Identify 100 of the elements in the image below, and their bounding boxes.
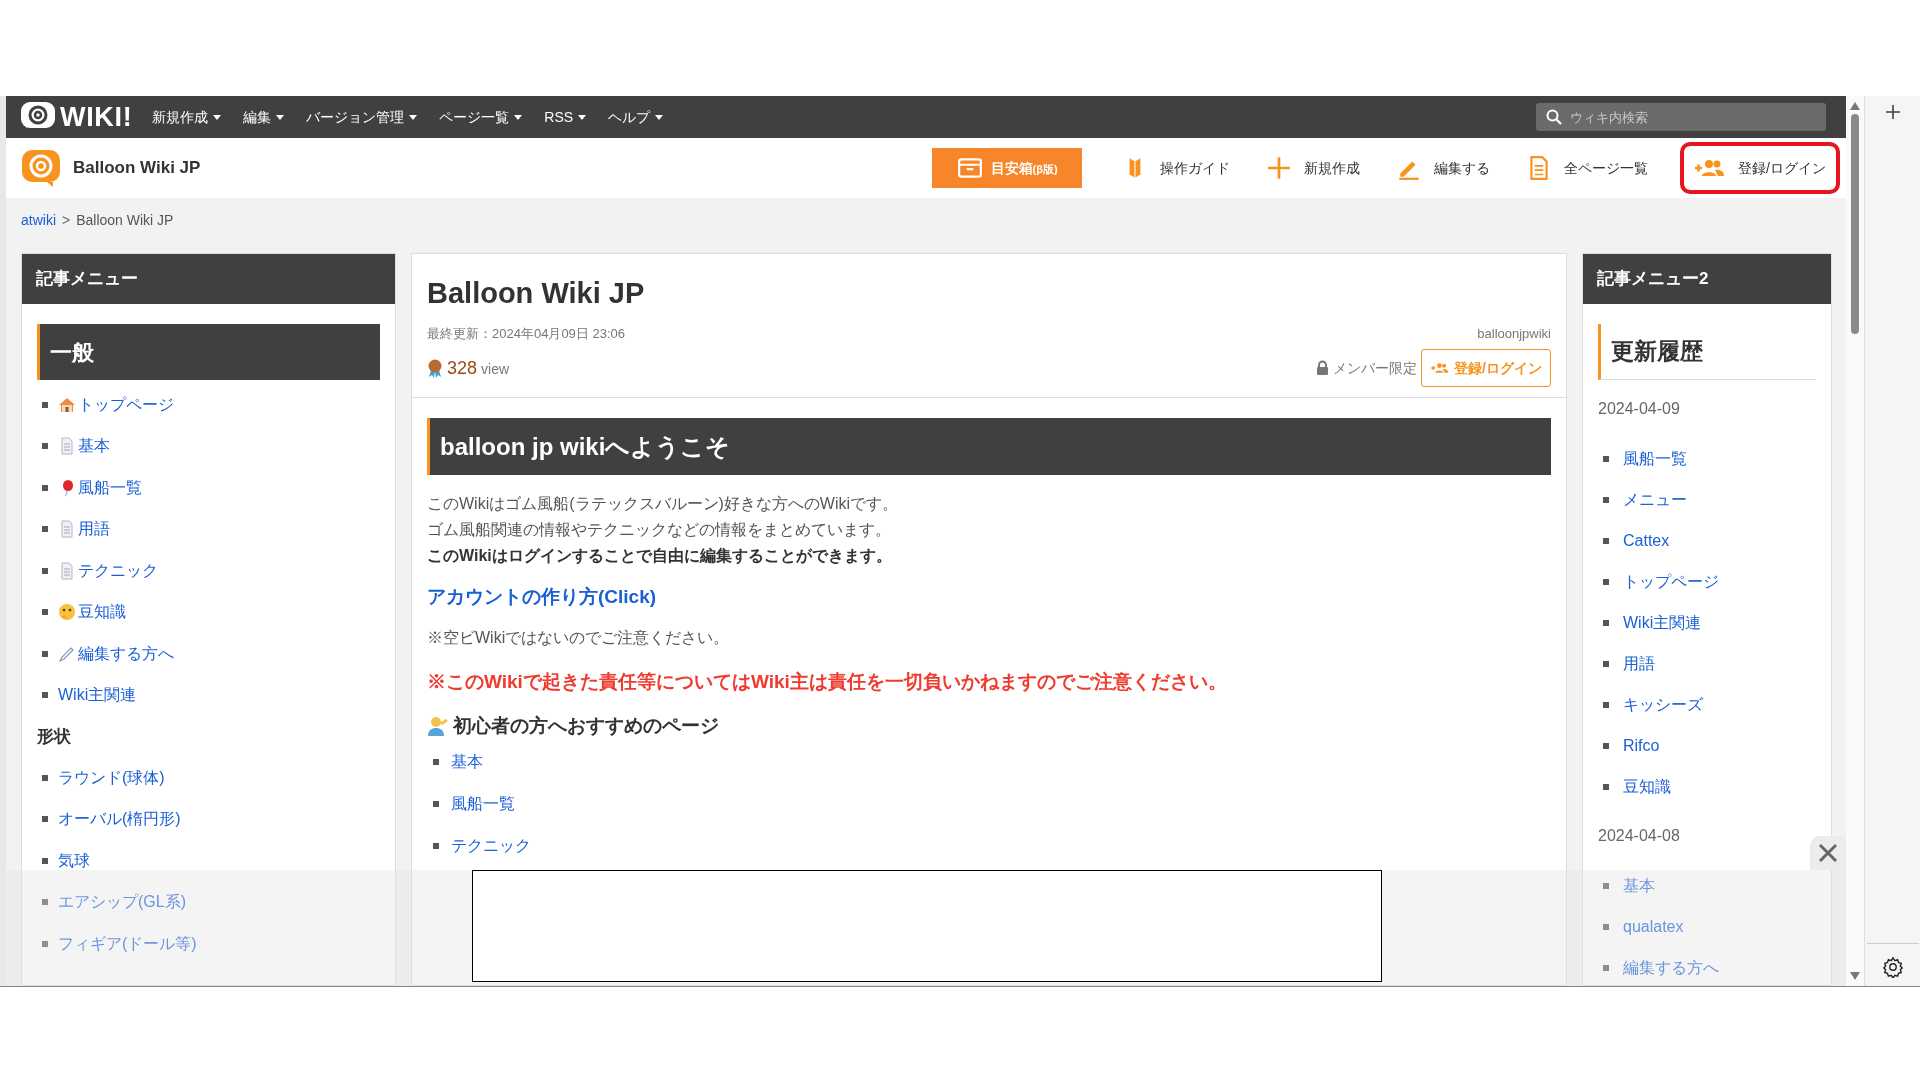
bullet-icon (42, 401, 48, 408)
menu-link[interactable]: オーバル(楕円形) (58, 807, 181, 832)
bullet-icon (42, 857, 48, 864)
menu-link[interactable]: 気球 (58, 848, 90, 873)
bullet-icon (433, 758, 439, 765)
search-field[interactable]: ウィキ内検索 (1536, 103, 1826, 131)
document-icon (58, 437, 76, 456)
site-name: Balloon Wiki JP (73, 157, 201, 180)
bullet-icon (433, 800, 439, 807)
close-icon (1818, 843, 1838, 863)
warning-text: ※このWikiで起きた責任等についてはWiki主は責任を一切負いかねますのでご注意ください。 (427, 669, 1228, 694)
logo-text: WIKI! (60, 103, 133, 131)
header-action-button[interactable]: 編集する (1386, 146, 1501, 190)
note-text: ※空ビWikiではないのでご注意ください。 (427, 627, 731, 648)
menu-dropdown[interactable]: ヘルプ (608, 106, 664, 128)
bullet-icon (1603, 537, 1609, 544)
author-name: balloonjpwiki (1477, 324, 1551, 343)
add-users-icon (1430, 361, 1451, 375)
history-link[interactable]: 風船一覧 (1623, 446, 1687, 471)
menu-link[interactable]: 基本 (58, 434, 110, 459)
page-title: Balloon Wiki JP (427, 276, 646, 311)
intro-text: このWikiはゴム風船(ラテックスバルーン)好きな方へのWikiです。 (427, 494, 900, 514)
bullet-icon (1603, 619, 1609, 626)
menu-dropdown[interactable]: 編集 (243, 106, 285, 128)
menu-link[interactable]: 風船一覧 (58, 475, 142, 500)
content-heading: balloon jp wikiへようこそ (427, 418, 1551, 475)
search-icon (1546, 109, 1562, 125)
thinking-face-icon (58, 603, 76, 622)
recommended-link[interactable]: 風船一覧 (451, 791, 515, 816)
account-guide-link[interactable]: アカウントの作り方(Click) (427, 583, 1551, 612)
bullet-icon (1603, 923, 1609, 930)
bullet-icon (42, 774, 48, 781)
menu-link[interactable]: Wiki主関連 (58, 683, 137, 708)
house-icon (58, 395, 76, 414)
intro-text: ゴム風船関連の情報やテクニックなどの情報をまとめています。 (427, 520, 892, 540)
menu-link[interactable]: ラウンド(球体) (58, 765, 165, 790)
bullet-icon (42, 443, 48, 450)
menu-dropdown[interactable]: ページ一覧 (439, 106, 523, 128)
header-action-button[interactable]: 登録/ログイン (1684, 146, 1836, 190)
bullet-icon (42, 940, 48, 947)
close-button[interactable] (1810, 836, 1846, 870)
settings-icon[interactable] (1881, 956, 1904, 978)
bullet-icon (42, 899, 48, 906)
scroll-up-icon (1850, 102, 1860, 110)
document-icon (58, 561, 76, 580)
header-action-button[interactable]: 全ページ一覧 (1516, 146, 1659, 190)
bullet-icon (1603, 882, 1609, 889)
breadcrumb-link[interactable]: atwiki (21, 210, 56, 231)
breadcrumb-separator: > (62, 211, 71, 230)
menu-title: 記事メニュー2 (1583, 254, 1831, 304)
menu-link[interactable]: 用語 (58, 517, 110, 542)
history-link[interactable]: トップページ (1623, 569, 1719, 594)
intro-text: このWikiはログインすることで自由に編集することができます。 (427, 546, 893, 566)
bullet-icon (1603, 660, 1609, 667)
section-heading: 一般 (37, 324, 380, 380)
bullet-icon (1603, 783, 1609, 790)
plus-icon[interactable] (1884, 104, 1901, 120)
view-unit: view (481, 359, 510, 379)
bullet-icon (1603, 578, 1609, 585)
recommended-link[interactable]: 基本 (451, 749, 483, 774)
history-date: 2024-04-09 (1598, 399, 1681, 419)
history-link[interactable]: 用語 (1623, 651, 1655, 676)
history-link[interactable]: 豆知識 (1623, 774, 1671, 799)
bullet-icon (1603, 701, 1609, 708)
bullet-icon (1603, 496, 1609, 503)
scrollbar[interactable] (1846, 96, 1864, 986)
last-updated: 最終更新：2024年04月09日 23:06 (427, 324, 625, 343)
document-icon (58, 520, 76, 539)
history-link[interactable]: キッシーズ (1623, 692, 1703, 717)
history-link[interactable]: Cattex (1623, 528, 1670, 553)
person-icon (427, 715, 449, 738)
header-action-button[interactable]: 新規作成 (1256, 146, 1371, 190)
menu-dropdown[interactable]: 新規作成 (152, 106, 222, 128)
bullet-icon (42, 609, 48, 616)
plus-icon (1266, 155, 1293, 181)
breadcrumb-current: Balloon Wiki JP (76, 211, 174, 230)
recommended-link[interactable]: テクニック (451, 833, 531, 858)
menu-link[interactable]: トップページ (58, 392, 174, 417)
inbox-icon (956, 155, 983, 181)
caret-icon (276, 114, 285, 120)
menu-dropdown[interactable]: バージョン管理 (306, 106, 418, 128)
bullet-icon (42, 816, 48, 823)
bullet-icon (42, 567, 48, 574)
menu-link[interactable]: 豆知識 (58, 600, 126, 625)
history-link[interactable]: Wiki主関連 (1623, 610, 1702, 635)
menu-title: 記事メニュー (22, 254, 395, 304)
scrollbar-thumb[interactable] (1851, 114, 1859, 334)
caret-icon (409, 114, 418, 120)
subheading: 初心者の方へおすすめのページ (453, 714, 719, 738)
caret-icon (514, 114, 523, 120)
history-link[interactable]: Rifco (1623, 733, 1660, 758)
menu-link[interactable]: テクニック (58, 558, 158, 583)
header-action-button[interactable]: 操作ガイド (1112, 146, 1241, 190)
bullet-icon (42, 484, 48, 491)
section-heading: 更新履歴 (1598, 324, 1816, 380)
bullet-icon (1603, 964, 1609, 971)
section-heading: 形状 (37, 725, 72, 748)
menu-link[interactable]: 編集する方へ (58, 641, 174, 666)
history-link[interactable]: メニュー (1623, 487, 1687, 512)
menu-dropdown[interactable]: RSS (544, 106, 587, 128)
